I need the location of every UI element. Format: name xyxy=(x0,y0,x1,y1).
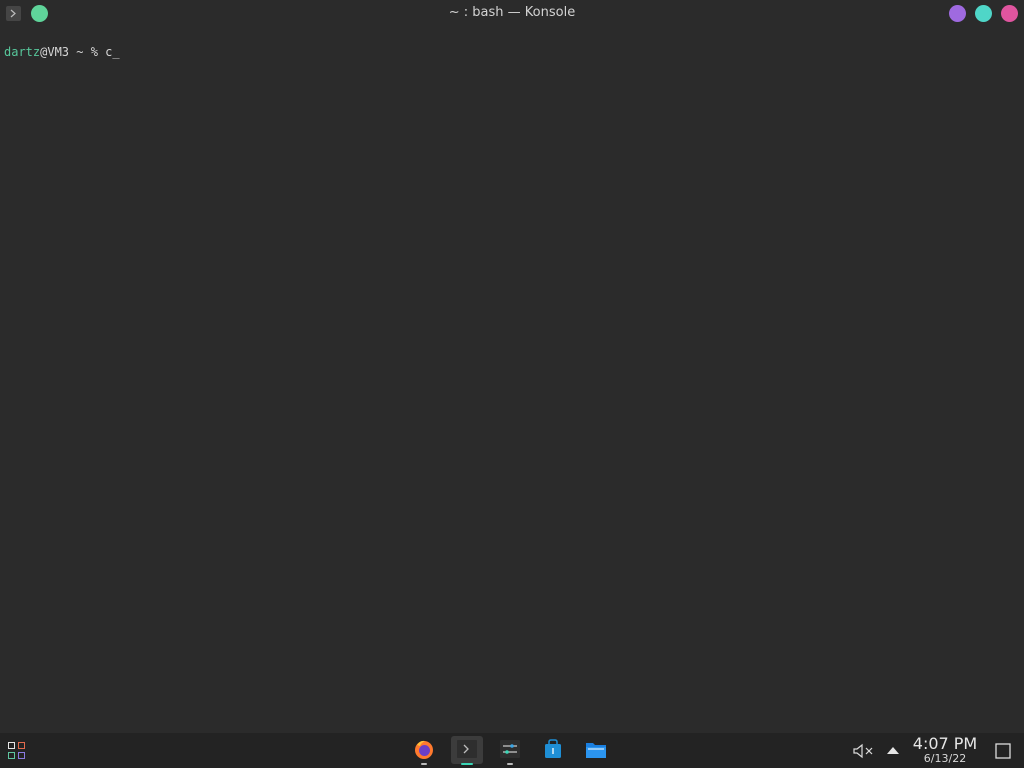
terminal-view[interactable]: dartz@VM3 ~ % c_ xyxy=(0,27,1024,733)
store-icon xyxy=(545,739,561,758)
show-desktop-icon[interactable] xyxy=(994,742,1012,760)
close-button[interactable] xyxy=(1001,5,1018,22)
tray-expand-icon[interactable] xyxy=(885,744,901,756)
window-titlebar[interactable]: ~ : bash — Konsole xyxy=(0,0,1024,27)
taskbar-settings[interactable] xyxy=(494,736,526,765)
prompt-line: dartz@VM3 ~ % c_ xyxy=(4,45,120,59)
taskbar: 4:07 PM 6/13/22 xyxy=(0,733,1024,768)
clock-time[interactable]: 4:07 PM xyxy=(905,734,985,753)
clock-date[interactable]: 6/13/22 xyxy=(905,752,985,765)
app-grid-icon[interactable] xyxy=(8,741,28,761)
taskbar-discover[interactable] xyxy=(537,736,569,764)
settings-icon xyxy=(500,740,520,758)
volume-muted-icon[interactable] xyxy=(852,743,876,759)
maximize-button[interactable] xyxy=(975,5,992,22)
window-title: ~ : bash — Konsole xyxy=(448,5,576,20)
files-icon xyxy=(586,743,606,758)
taskbar-files[interactable] xyxy=(580,736,612,764)
text-cursor: _ xyxy=(112,45,120,59)
prompt-host: @VM3 ~ % xyxy=(40,45,106,59)
taskbar-firefox[interactable] xyxy=(408,736,440,765)
firefox-icon xyxy=(415,740,433,759)
prompt-user: dartz xyxy=(4,45,41,59)
taskbar-konsole[interactable] xyxy=(451,736,483,765)
konsole-icon xyxy=(457,740,477,758)
minimize-button[interactable] xyxy=(949,5,966,22)
